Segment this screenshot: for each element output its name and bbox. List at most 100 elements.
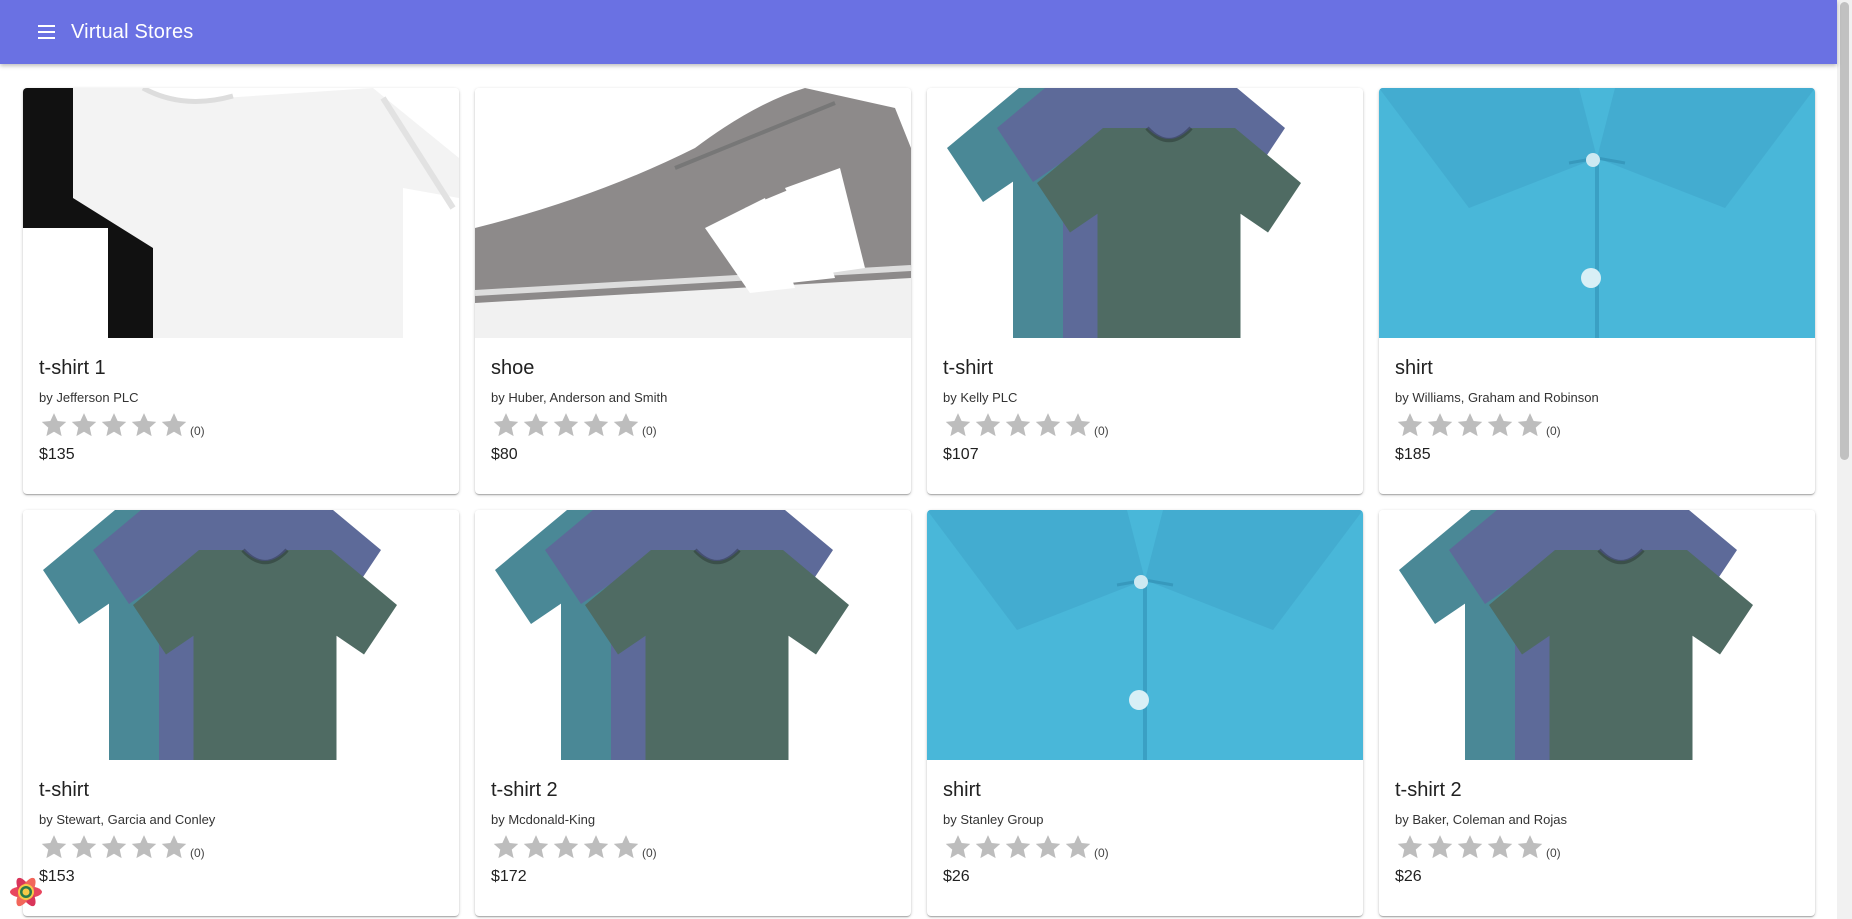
star-icon[interactable] bbox=[39, 832, 69, 862]
star-icon[interactable] bbox=[69, 832, 99, 862]
star-icon[interactable] bbox=[1455, 832, 1485, 862]
product-price: $172 bbox=[491, 868, 527, 885]
product-title: shoe bbox=[491, 357, 535, 379]
rating-count: (0) bbox=[642, 424, 657, 438]
product-title: t-shirt bbox=[39, 779, 89, 801]
product-vendor: by Mcdonald-King bbox=[491, 812, 596, 827]
rating-count: (0) bbox=[190, 424, 205, 438]
star-icon[interactable] bbox=[1455, 410, 1485, 440]
star-icon[interactable] bbox=[1003, 832, 1033, 862]
rating-count: (0) bbox=[1546, 846, 1561, 860]
star-icon[interactable] bbox=[1395, 832, 1425, 862]
product-title: shirt bbox=[943, 779, 981, 801]
vertical-scrollbar[interactable] bbox=[1837, 0, 1852, 919]
star-rating[interactable]: (0) bbox=[491, 832, 895, 862]
star-icon[interactable] bbox=[973, 832, 1003, 862]
star-rating[interactable]: (0) bbox=[943, 410, 1347, 440]
product-image bbox=[475, 510, 911, 760]
star-icon[interactable] bbox=[491, 410, 521, 440]
app-bar: Virtual Stores bbox=[0, 0, 1837, 64]
star-icon[interactable] bbox=[1515, 832, 1545, 862]
product-card[interactable]: shoe by Huber, Anderson and Smith (0) $8… bbox=[475, 88, 911, 494]
star-icon[interactable] bbox=[1033, 410, 1063, 440]
star-icon[interactable] bbox=[943, 410, 973, 440]
star-icon[interactable] bbox=[1485, 410, 1515, 440]
product-card[interactable]: t-shirt by Kelly PLC (0) $107 bbox=[927, 88, 1363, 494]
menu-button[interactable] bbox=[23, 8, 71, 56]
product-title: t-shirt 2 bbox=[1395, 779, 1462, 801]
product-card[interactable]: shirt by Williams, Graham and Robinson (… bbox=[1379, 88, 1815, 494]
product-image bbox=[23, 88, 459, 338]
product-vendor: by Jefferson PLC bbox=[39, 390, 139, 405]
product-card[interactable]: t-shirt 2 by Baker, Coleman and Rojas (0… bbox=[1379, 510, 1815, 916]
star-icon[interactable] bbox=[1515, 410, 1545, 440]
star-icon[interactable] bbox=[1425, 410, 1455, 440]
product-vendor: by Baker, Coleman and Rojas bbox=[1395, 812, 1567, 827]
star-rating[interactable]: (0) bbox=[39, 832, 443, 862]
star-icon[interactable] bbox=[1003, 410, 1033, 440]
product-card[interactable]: t-shirt 1 by Jefferson PLC (0) $135 bbox=[23, 88, 459, 494]
star-icon[interactable] bbox=[943, 832, 973, 862]
star-icon[interactable] bbox=[521, 410, 551, 440]
star-icon[interactable] bbox=[159, 410, 189, 440]
star-icon[interactable] bbox=[159, 832, 189, 862]
star-rating[interactable]: (0) bbox=[1395, 410, 1799, 440]
star-icon[interactable] bbox=[39, 410, 69, 440]
scrollbar-thumb[interactable] bbox=[1840, 2, 1849, 460]
react-query-devtools-button[interactable] bbox=[6, 872, 46, 912]
star-icon[interactable] bbox=[129, 832, 159, 862]
product-price: $185 bbox=[1395, 446, 1431, 463]
star-icon[interactable] bbox=[129, 410, 159, 440]
flower-logo-icon bbox=[10, 877, 42, 907]
star-icon[interactable] bbox=[1063, 410, 1093, 440]
product-title: t-shirt bbox=[943, 357, 993, 379]
rating-count: (0) bbox=[642, 846, 657, 860]
star-icon[interactable] bbox=[521, 832, 551, 862]
product-title: t-shirt 2 bbox=[491, 779, 558, 801]
app-title: Virtual Stores bbox=[71, 20, 194, 43]
star-icon[interactable] bbox=[581, 832, 611, 862]
product-price: $135 bbox=[39, 446, 75, 463]
product-price: $80 bbox=[491, 446, 518, 463]
star-icon[interactable] bbox=[551, 832, 581, 862]
star-icon[interactable] bbox=[973, 410, 1003, 440]
star-icon[interactable] bbox=[69, 410, 99, 440]
product-image bbox=[1379, 88, 1815, 338]
star-icon[interactable] bbox=[1425, 832, 1455, 862]
star-icon[interactable] bbox=[491, 832, 521, 862]
star-icon[interactable] bbox=[551, 410, 581, 440]
star-icon[interactable] bbox=[99, 410, 129, 440]
product-vendor: by Stewart, Garcia and Conley bbox=[39, 812, 216, 827]
product-vendor: by Huber, Anderson and Smith bbox=[491, 390, 668, 405]
product-price: $153 bbox=[39, 868, 75, 885]
rating-count: (0) bbox=[1546, 424, 1561, 438]
product-image bbox=[927, 88, 1363, 338]
star-rating[interactable]: (0) bbox=[39, 410, 443, 440]
product-image bbox=[1379, 510, 1815, 760]
star-icon[interactable] bbox=[581, 410, 611, 440]
product-card[interactable]: t-shirt 2 by Mcdonald-King (0) $172 bbox=[475, 510, 911, 916]
star-icon[interactable] bbox=[1033, 832, 1063, 862]
star-rating[interactable]: (0) bbox=[1395, 832, 1799, 862]
product-price: $26 bbox=[1395, 868, 1422, 885]
star-rating[interactable]: (0) bbox=[943, 832, 1347, 862]
product-vendor: by Williams, Graham and Robinson bbox=[1395, 390, 1599, 405]
star-icon[interactable] bbox=[1395, 410, 1425, 440]
star-icon[interactable] bbox=[99, 832, 129, 862]
star-icon[interactable] bbox=[611, 410, 641, 440]
product-price: $107 bbox=[943, 446, 979, 463]
rating-count: (0) bbox=[190, 846, 205, 860]
product-image bbox=[475, 88, 911, 338]
product-image bbox=[927, 510, 1363, 760]
product-grid: t-shirt 1 by Jefferson PLC (0) $135 shoe… bbox=[23, 88, 1815, 916]
star-icon[interactable] bbox=[1063, 832, 1093, 862]
product-title: t-shirt 1 bbox=[39, 357, 106, 379]
star-rating[interactable]: (0) bbox=[491, 410, 895, 440]
product-card[interactable]: shirt by Stanley Group (0) $26 bbox=[927, 510, 1363, 916]
rating-count: (0) bbox=[1094, 424, 1109, 438]
product-vendor: by Kelly PLC bbox=[943, 390, 1018, 405]
star-icon[interactable] bbox=[611, 832, 641, 862]
product-title: shirt bbox=[1395, 357, 1433, 379]
product-card[interactable]: t-shirt by Stewart, Garcia and Conley (0… bbox=[23, 510, 459, 916]
star-icon[interactable] bbox=[1485, 832, 1515, 862]
